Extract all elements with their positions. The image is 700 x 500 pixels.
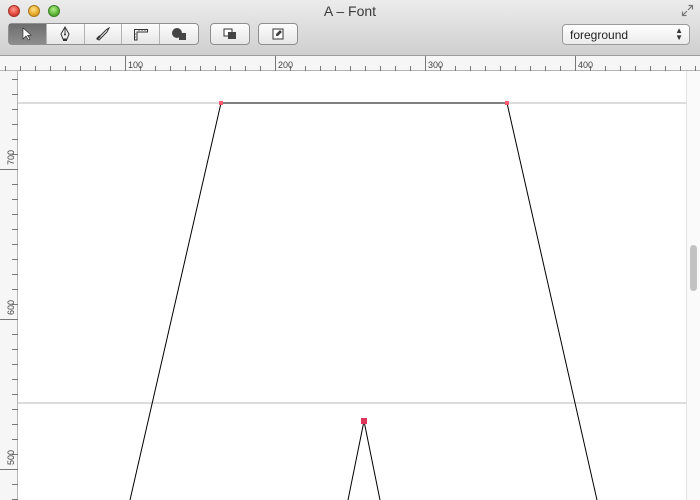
- vruler-label-700: 700: [6, 149, 16, 165]
- layer-select[interactable]: foreground ▲ ▼: [562, 24, 690, 45]
- hruler-label-400: 400: [578, 60, 594, 70]
- pen-icon: [60, 26, 70, 41]
- scrollbar-thumb[interactable]: [690, 245, 697, 291]
- overlap-icon: [223, 28, 236, 39]
- hruler-label-100: 100: [128, 60, 144, 70]
- outer-contour[interactable]: [129, 102, 598, 500]
- glyph-outline-view[interactable]: [18, 71, 686, 500]
- vertical-scrollbar[interactable]: [686, 71, 700, 500]
- transform-button[interactable]: [258, 23, 298, 45]
- transform-icon: [272, 28, 284, 40]
- fullscreen-icon[interactable]: [681, 4, 694, 17]
- select-arrows-icon: ▲ ▼: [675, 26, 683, 42]
- window-title: A – Font: [323, 3, 377, 19]
- knife-icon: [96, 27, 111, 41]
- hruler-label-300: 300: [428, 60, 444, 70]
- tool-palette: [8, 23, 199, 45]
- vruler-label-600: 600: [6, 299, 16, 315]
- shapes-tool-button[interactable]: [160, 24, 198, 44]
- pointer-tool-button[interactable]: [9, 24, 47, 44]
- horizontal-ruler: 100 200 300 400: [0, 56, 700, 71]
- vertical-ruler: 700 600 500: [0, 71, 18, 500]
- selected-point[interactable]: [361, 418, 367, 424]
- ruler-tool-button[interactable]: [122, 24, 161, 44]
- vruler-label-500: 500: [6, 449, 16, 465]
- horizontal-ruler-ticks: [5, 56, 696, 71]
- shapes-icon: [172, 28, 187, 40]
- on-curve-point[interactable]: [505, 101, 509, 105]
- ruler-icon: [133, 29, 148, 41]
- knife-tool-button[interactable]: [85, 24, 123, 44]
- pointer-icon: [23, 27, 33, 41]
- inner-contour[interactable]: [347, 420, 381, 500]
- title-bar: A – Font foreground ▲ ▼: [0, 0, 700, 56]
- vertical-ruler-ticks: [0, 79, 18, 500]
- hruler-label-200: 200: [278, 60, 294, 70]
- glyph-canvas[interactable]: [18, 71, 686, 500]
- layer-select-value: foreground: [570, 28, 629, 42]
- pen-tool-button[interactable]: [47, 24, 85, 44]
- overlap-toggle-button[interactable]: [210, 23, 250, 45]
- on-curve-point[interactable]: [219, 101, 223, 105]
